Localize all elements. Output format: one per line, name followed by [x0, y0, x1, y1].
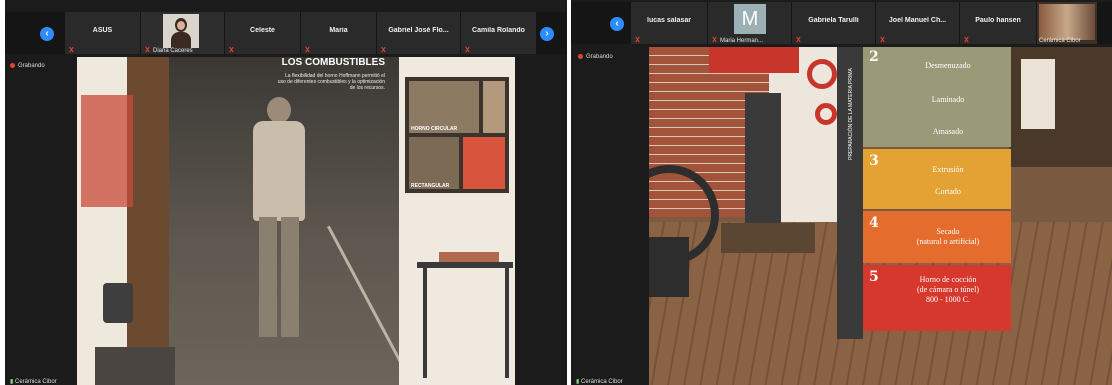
participant-name: Cerámica Cibor [1039, 38, 1081, 44]
participant-avatar: M [734, 4, 766, 34]
muted-mic-icon [712, 36, 717, 43]
participant-tile[interactable]: ASUS [65, 12, 140, 54]
participant-name: Diana Caceres [153, 48, 193, 54]
display-table-leg [423, 268, 427, 378]
participant-name: Paulo hansen [975, 17, 1021, 24]
step-line: Horno de cocción [919, 275, 977, 284]
info-board: HORNO CIRCULAR RECTANGULAR [405, 77, 509, 193]
metal-tray [95, 347, 175, 385]
record-dot-icon [578, 54, 583, 59]
step-band-3: 3 Extrusión Cortado [863, 149, 1011, 209]
step-band-5: 5 Horno de cocción (de cámara o túnel) 8… [863, 265, 1011, 331]
footer-label: Cerámica Cibor [14, 379, 57, 385]
muted-mic-icon [229, 46, 234, 53]
step-line: 800 - 1000 C. [926, 295, 970, 304]
step-band-4: 4 Secado (natural o artificial) [863, 211, 1011, 263]
machine-press [745, 93, 781, 227]
participant-tile[interactable]: Celeste [225, 12, 300, 54]
board-label: RECTANGULAR [411, 183, 450, 189]
step-line: Cortado [935, 187, 961, 196]
participant-name: Maria Herman... [720, 38, 764, 44]
participant-tile[interactable]: Maria [301, 12, 376, 54]
meeting-footer: ▮ Cerámica Cibor [10, 378, 57, 385]
participant-name: Gabriel José Flo... [388, 27, 449, 34]
participant-tile[interactable]: Camila Rolando [461, 12, 536, 54]
muted-mic-icon [465, 46, 470, 53]
participant-name: Camila Rolando [472, 27, 525, 34]
poster-text: La flexibilidad del horno Hoffmann permi… [277, 73, 385, 91]
step-number: 4 [869, 215, 879, 231]
record-dot-icon [10, 63, 15, 68]
main-video: PREPARACIÓN DE LA MATERIA PRIMA 2 Desmen… [649, 47, 1112, 385]
metal-bucket [103, 283, 133, 323]
window-light [1021, 59, 1055, 129]
participant-video [163, 14, 199, 48]
red-gear [815, 103, 837, 125]
next-page-button[interactable]: › [540, 27, 554, 41]
step-number: 2 [869, 49, 879, 65]
muted-mic-icon [305, 46, 310, 53]
step-band-2: 2 Desmenuzado Laminado Amasado [863, 47, 1011, 147]
prev-page-button[interactable]: ‹ [40, 27, 54, 41]
display-table [417, 262, 513, 268]
prev-page-button[interactable]: ‹ [610, 17, 624, 31]
muted-mic-icon [635, 36, 640, 43]
participant-name: lucas salasar [647, 17, 691, 24]
step-line: Amasado [932, 127, 964, 136]
participant-tile[interactable]: Gabriel José Flo... [377, 12, 460, 54]
participant-tile[interactable]: Gabriela Tarulli [792, 2, 875, 44]
wall-poster [81, 95, 133, 207]
main-video: LOS COMBUSTIBLES La flexibilidad del hor… [77, 57, 515, 385]
step-line: (de cámara o túnel) [917, 285, 979, 294]
step-number: 3 [869, 153, 879, 169]
participant-name: ASUS [92, 27, 113, 34]
signal-icon: ▮ [10, 379, 14, 385]
muted-mic-icon [964, 36, 969, 43]
muted-mic-icon [145, 46, 150, 53]
display-table-leg [505, 268, 509, 378]
poster-title: LOS COMBUSTIBLES [281, 57, 385, 68]
right-meeting-panel: ‹ lucas salasar M Maria Herman... Gabrie… [571, 0, 1112, 385]
step-line: Laminado [931, 95, 965, 104]
participant-tile[interactable]: Joel Manuel Ch... [876, 2, 959, 44]
step-line: Extrusión [932, 165, 964, 174]
footer-label: Cerámica Cibor [580, 379, 623, 385]
participant-name: Joel Manuel Ch... [888, 17, 947, 24]
brick-samples [439, 252, 499, 262]
recording-indicator: Grabando [578, 54, 613, 60]
recording-indicator: Grabando [10, 63, 45, 69]
muted-mic-icon [796, 36, 801, 43]
muted-mic-icon [880, 36, 885, 43]
muted-mic-icon [69, 46, 74, 53]
participant-name: Maria [329, 27, 348, 34]
participant-name: Gabriela Tarulli [808, 17, 859, 24]
door-frame [127, 57, 169, 385]
recording-label: Grabando [586, 54, 613, 61]
step-line: (natural o artificial) [916, 237, 980, 246]
meeting-footer: ▮ Cerámica Cibor [576, 378, 623, 385]
recording-label: Grabando [18, 63, 45, 70]
board-label: HORNO CIRCULAR [411, 126, 458, 132]
left-meeting-panel: ‹ ASUS Diana Caceres Celeste Maria Gabri… [5, 0, 567, 385]
step-line: Desmenuzado [925, 61, 971, 70]
participant-tile[interactable]: Paulo hansen [960, 2, 1036, 44]
muted-mic-icon [381, 46, 386, 53]
step-line: Secado [936, 227, 960, 236]
participant-tile[interactable]: Diana Caceres [141, 12, 224, 54]
process-banner: PREPARACIÓN DE LA MATERIA PRIMA 2 Desmen… [837, 47, 1013, 339]
participant-tile[interactable]: M Maria Herman... [708, 2, 791, 44]
red-sign [709, 47, 799, 73]
red-gear [807, 59, 837, 89]
participant-tile[interactable]: lucas salasar [631, 2, 707, 44]
banner-side-label: PREPARACIÓN DE LA MATERIA PRIMA [848, 68, 854, 160]
machine-base [721, 223, 815, 253]
signal-icon: ▮ [576, 379, 580, 385]
participant-name: Celeste [250, 27, 275, 34]
worker-figure [247, 97, 317, 347]
participant-tile[interactable]: Cerámica Cibor [1037, 2, 1097, 44]
flywheel-stand [649, 237, 689, 297]
participant-video [1039, 4, 1095, 40]
step-number: 5 [869, 269, 879, 285]
